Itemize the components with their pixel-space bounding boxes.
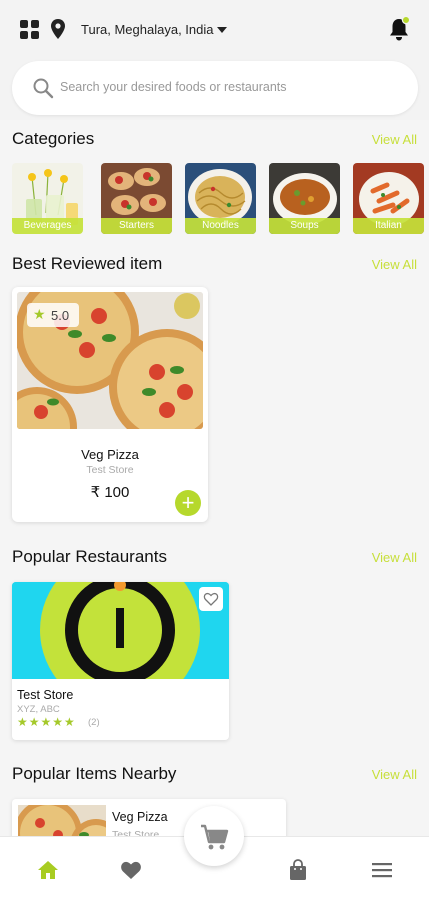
category-label: Soups	[269, 218, 340, 234]
category-label: Beverages	[12, 218, 83, 234]
app-header: Tura, Meghalaya, India Search your desir…	[0, 0, 429, 120]
restaurant-logo-image	[12, 582, 229, 679]
heart-icon[interactable]	[119, 858, 143, 882]
cart-icon	[201, 824, 229, 850]
category-item-starters[interactable]: Starters	[101, 163, 172, 234]
category-item-italian[interactable]: Italian	[353, 163, 424, 234]
home-icon[interactable]	[36, 858, 60, 882]
item-store: Test Store	[86, 464, 134, 476]
best-reviewed-view-all-link[interactable]: View All	[372, 257, 417, 272]
category-item-soups[interactable]: Soups	[269, 163, 340, 234]
heart-outline-icon	[203, 592, 219, 606]
grid-icon[interactable]	[20, 20, 40, 40]
location-label[interactable]: Tura, Meghalaya, India	[81, 22, 213, 37]
cart-button[interactable]	[184, 806, 244, 866]
search-bar[interactable]: Search your desired foods or restaurants	[12, 61, 418, 115]
best-reviewed-title: Best Reviewed item	[12, 254, 163, 273]
add-to-cart-button[interactable]: +	[175, 490, 201, 516]
categories-title: Categories	[12, 129, 95, 148]
pizza-image: ★ 5.0	[17, 292, 203, 429]
star-icon: ★	[33, 306, 46, 322]
category-label: Noodles	[185, 218, 256, 234]
search-icon	[33, 78, 54, 99]
category-item-beverages[interactable]: Beverages	[12, 163, 83, 234]
popular-nearby-view-all-link[interactable]: View All	[372, 767, 417, 782]
restaurant-rating-stars: ★★★★★	[17, 715, 76, 729]
favorite-button[interactable]	[199, 587, 223, 611]
restaurant-rating-count: (2)	[88, 717, 100, 728]
best-reviewed-card[interactable]: ★ 5.0 Veg Pizza Test Store ₹ 100 +	[12, 287, 208, 522]
categories-view-all-link[interactable]: View All	[372, 132, 417, 147]
bell-icon[interactable]	[388, 16, 410, 42]
nearby-item-name: Veg Pizza	[112, 810, 168, 824]
restaurant-address: XYZ, ABC	[17, 704, 60, 715]
popular-nearby-title: Popular Items Nearby	[12, 764, 177, 783]
category-label: Italian	[353, 218, 424, 234]
category-label: Starters	[101, 218, 172, 234]
map-pin-icon	[51, 19, 65, 39]
rating-value: 5.0	[51, 308, 70, 323]
restaurant-name: Test Store	[17, 688, 74, 702]
chevron-down-icon[interactable]	[217, 27, 227, 33]
search-input[interactable]: Search your desired foods or restaurants	[60, 80, 287, 94]
bag-icon[interactable]	[286, 858, 310, 882]
restaurant-card[interactable]: Test Store XYZ, ABC ★★★★★ (2)	[12, 582, 229, 740]
rating-badge: ★ 5.0	[27, 303, 79, 327]
item-name: Veg Pizza	[81, 447, 139, 462]
popular-restaurants-title: Popular Restaurants	[12, 547, 167, 566]
popular-restaurants-view-all-link[interactable]: View All	[372, 550, 417, 565]
category-item-noodles[interactable]: Noodles	[185, 163, 256, 234]
menu-icon[interactable]	[370, 858, 394, 882]
